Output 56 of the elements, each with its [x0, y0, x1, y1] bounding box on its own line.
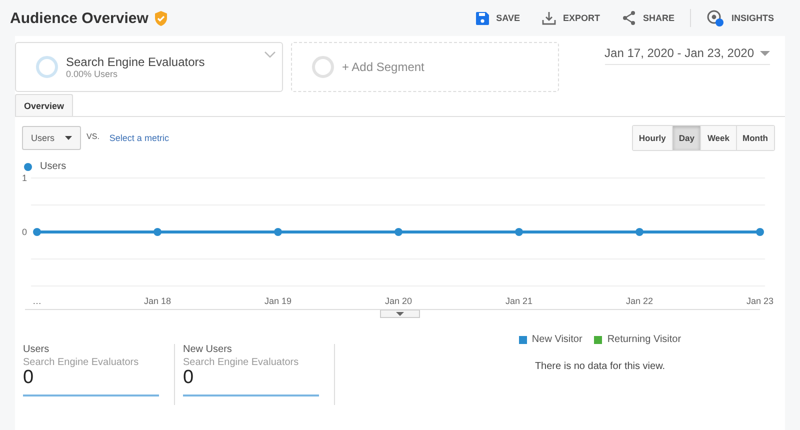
select-metric-link[interactable]: Select a metric — [109, 133, 169, 143]
caret-icon — [760, 50, 770, 56]
segment-label: Search Engine Evaluators — [23, 357, 140, 368]
page-title: Audience Overview — [10, 10, 148, 26]
data-point — [394, 228, 402, 236]
share-icon — [622, 11, 636, 25]
data-point — [274, 228, 282, 236]
data-point — [756, 228, 764, 236]
granularity-button[interactable]: Month — [736, 126, 774, 150]
expand-handle-icon[interactable] — [380, 310, 420, 318]
share-button[interactable]: SHARE — [614, 11, 682, 25]
insights-button[interactable]: INSIGHTS — [699, 10, 782, 26]
data-point — [154, 228, 162, 236]
segment-label: Search Engine Evaluators — [183, 357, 300, 368]
metric-label: New Users — [183, 344, 233, 355]
x-tick-label: Jan 23 — [746, 296, 774, 306]
x-tick-label: Jan 21 — [505, 296, 533, 306]
chevron-icon — [264, 51, 276, 58]
granularity-button[interactable]: Day — [672, 126, 700, 150]
tab[interactable]: Overview — [15, 94, 74, 116]
data-point — [515, 228, 523, 236]
caret-icon — [64, 136, 72, 140]
segment-card[interactable]: Search Engine Evaluators 0.00% Users — [15, 42, 283, 92]
add-segment-label: + Add Segment — [342, 60, 424, 74]
export-button[interactable]: EXPORT — [534, 11, 608, 25]
metric-dropdown[interactable]: Users — [22, 126, 81, 150]
vs-label: VS. — [86, 132, 100, 140]
legend-label: New Visitor — [532, 334, 582, 345]
date-range-dropdown[interactable]: Jan 17, 2020 - Jan 23, 2020 — [604, 44, 770, 65]
x-tick-label: Jan 19 — [264, 296, 292, 306]
x-tick-label: … — [32, 296, 42, 306]
granularity-button[interactable]: Week — [700, 126, 736, 150]
metric-value: 0 — [23, 368, 35, 389]
segment-ring-icon — [36, 56, 58, 78]
x-tick-label: Jan 22 — [626, 296, 654, 306]
add-segment-card[interactable]: + Add Segment — [291, 42, 559, 92]
segment-name: Search Engine Evaluators — [66, 55, 205, 69]
y-tick-label: 1 — [22, 173, 27, 183]
granularity-button[interactable]: Hourly — [632, 126, 672, 150]
y-tick-label: 0 — [22, 227, 27, 237]
legend-label: Returning Visitor — [607, 334, 682, 345]
x-tick-label: Jan 20 — [384, 296, 412, 306]
save-icon — [476, 12, 490, 24]
x-tick-label: Jan 18 — [144, 296, 172, 306]
empty-message: There is no data for this view. — [534, 361, 666, 372]
data-point — [636, 228, 644, 236]
verified-shield-icon — [154, 10, 168, 26]
segment-detail: 0.00% Users — [66, 69, 119, 79]
download-icon — [542, 11, 556, 25]
insights-icon — [707, 10, 724, 26]
metric-value: 0 — [183, 368, 195, 389]
segment-ring-icon — [312, 56, 334, 78]
legend-label: Users — [40, 161, 66, 172]
data-point — [33, 228, 41, 236]
metric-label: Users — [23, 344, 50, 355]
save-button[interactable]: SAVE — [468, 12, 528, 24]
